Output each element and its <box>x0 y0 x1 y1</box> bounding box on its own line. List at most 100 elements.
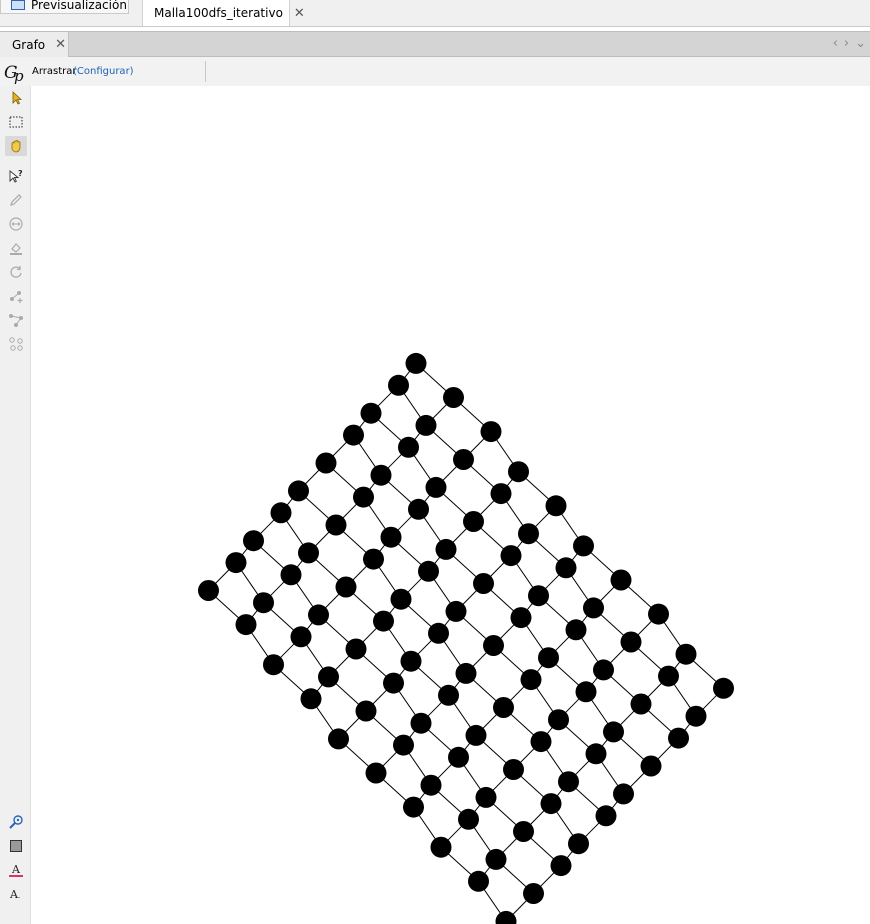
graph-node[interactable] <box>548 709 569 731</box>
graph-node[interactable] <box>523 883 544 904</box>
graph-node[interactable] <box>225 552 247 574</box>
graph-node[interactable] <box>550 855 572 877</box>
graph-node[interactable] <box>253 592 274 614</box>
graph-node[interactable] <box>425 476 447 498</box>
graph-node[interactable] <box>365 762 387 784</box>
shortest-path-tool[interactable] <box>5 334 27 354</box>
graph-node[interactable] <box>640 755 662 777</box>
graph-node[interactable] <box>438 684 459 706</box>
graph-node[interactable] <box>648 603 669 625</box>
font-size-tool[interactable]: A- <box>5 884 27 904</box>
graph-node[interactable] <box>325 514 347 536</box>
graph-node[interactable] <box>373 610 394 632</box>
chevron-left-icon[interactable]: ‹ <box>833 36 838 51</box>
graph-node[interactable] <box>485 848 507 870</box>
graph-node[interactable] <box>343 424 364 446</box>
graph-node[interactable] <box>585 743 607 765</box>
graph-node[interactable] <box>593 659 614 681</box>
pointer-tool[interactable] <box>5 88 27 108</box>
graph-node[interactable] <box>270 502 292 524</box>
graph-node[interactable] <box>318 666 339 688</box>
rectangle-select-tool[interactable] <box>5 112 27 132</box>
graph-node[interactable] <box>345 638 367 660</box>
graph-node[interactable] <box>393 734 414 756</box>
graph-node[interactable] <box>658 665 679 687</box>
close-icon[interactable]: ✕ <box>55 37 66 52</box>
graph-node[interactable] <box>355 700 377 722</box>
graph-node[interactable] <box>565 619 587 641</box>
add-edge-tool[interactable] <box>5 310 27 330</box>
refresh-tool[interactable] <box>5 262 27 282</box>
graph-node[interactable] <box>575 681 597 703</box>
graph-node[interactable] <box>520 669 542 691</box>
graph-node[interactable] <box>463 511 484 532</box>
background-color-tool[interactable] <box>5 836 27 856</box>
graph-node[interactable] <box>360 402 382 424</box>
graph-node[interactable] <box>558 771 579 793</box>
graph-node[interactable] <box>573 535 594 557</box>
graph-node[interactable] <box>383 672 404 694</box>
graph-node[interactable] <box>243 530 264 552</box>
graph-node[interactable] <box>530 731 552 753</box>
graph-node[interactable] <box>458 808 479 830</box>
graph-node[interactable] <box>603 721 624 743</box>
graph-node[interactable] <box>430 836 452 858</box>
graph-node[interactable] <box>453 449 474 470</box>
graph-node[interactable] <box>415 414 437 436</box>
graph-node[interactable] <box>500 545 522 567</box>
chevron-down-icon[interactable]: ⌄ <box>855 36 866 51</box>
graph-node[interactable] <box>290 626 312 648</box>
graph-node[interactable] <box>398 436 419 458</box>
graph-node[interactable] <box>510 607 532 629</box>
graph-node[interactable] <box>490 483 512 505</box>
graph-node[interactable] <box>448 746 469 768</box>
graph-node[interactable] <box>420 774 442 796</box>
graph-node[interactable] <box>370 464 392 486</box>
close-icon[interactable]: ✕ <box>294 6 305 21</box>
graph-node[interactable] <box>418 560 439 582</box>
graph-node[interactable] <box>545 495 567 517</box>
graph-node[interactable] <box>480 421 502 443</box>
paint-bucket-tool[interactable] <box>5 238 27 258</box>
graph-node[interactable] <box>475 786 497 808</box>
graph-node[interactable] <box>540 793 562 815</box>
graph-node[interactable] <box>363 548 384 570</box>
graph-node[interactable] <box>263 654 284 676</box>
graph-node[interactable] <box>568 833 589 855</box>
pencil-tool[interactable] <box>5 190 27 210</box>
graph-node[interactable] <box>390 588 412 610</box>
graph-node[interactable] <box>280 564 302 586</box>
graph-node[interactable] <box>468 870 489 892</box>
graph-node[interactable] <box>583 597 604 619</box>
graph-node[interactable] <box>410 712 432 734</box>
graph-node[interactable] <box>473 573 494 594</box>
graph-node[interactable] <box>465 724 487 746</box>
graph-node[interactable] <box>198 580 219 601</box>
zoom-center-tool[interactable] <box>5 812 27 832</box>
graph-node[interactable] <box>613 783 634 805</box>
graph-node[interactable] <box>675 643 697 665</box>
graph-node[interactable] <box>445 600 467 622</box>
graph-node[interactable] <box>435 538 457 560</box>
graph-node[interactable] <box>610 569 632 591</box>
font-color-tool[interactable]: A <box>5 860 27 880</box>
graph-node[interactable] <box>400 650 422 672</box>
graph-drawing[interactable] <box>31 86 870 924</box>
graph-node[interactable] <box>235 614 257 636</box>
edit-info-tool[interactable]: ? <box>5 166 27 186</box>
graph-node[interactable] <box>328 728 349 750</box>
tab-grafo[interactable]: Grafo ✕ <box>0 32 69 57</box>
graph-node[interactable] <box>428 622 449 644</box>
tab-graph-document[interactable]: Malla100dfs_iterativo ✕ <box>142 0 305 26</box>
graph-node[interactable] <box>555 557 577 579</box>
graph-node[interactable] <box>713 677 734 699</box>
graph-node[interactable] <box>538 647 559 669</box>
graph-node[interactable] <box>518 523 539 545</box>
tab-preview[interactable]: Previsualización <box>0 0 129 14</box>
graph-node[interactable] <box>298 542 319 564</box>
graph-node[interactable] <box>300 688 322 710</box>
graph-node[interactable] <box>668 727 689 749</box>
graph-node[interactable] <box>288 480 309 502</box>
graph-node[interactable] <box>483 635 504 656</box>
graph-node[interactable] <box>443 387 464 408</box>
